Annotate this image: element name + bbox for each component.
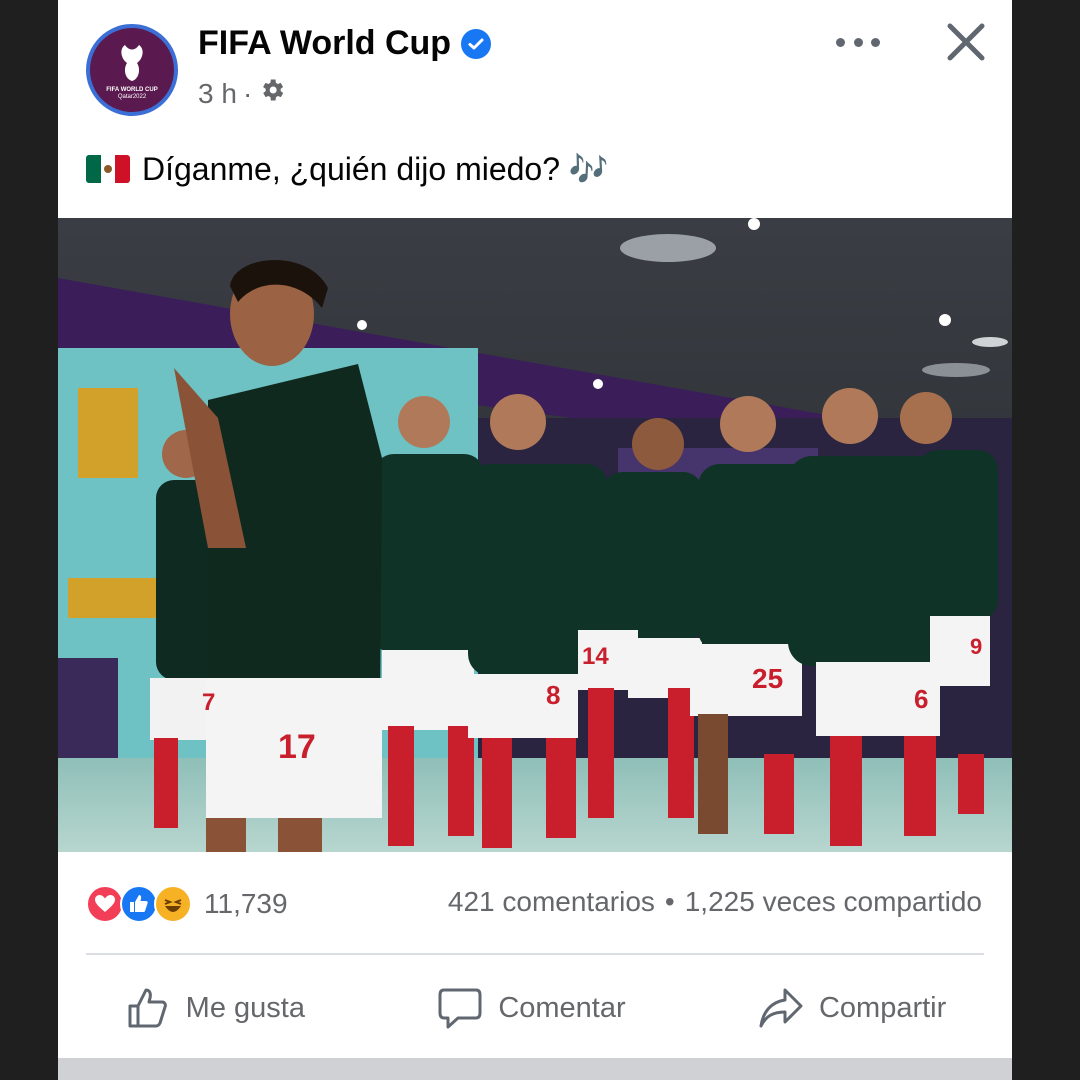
mexico-flag-icon xyxy=(86,155,130,183)
gear-icon[interactable] xyxy=(258,76,286,111)
ceiling-vent xyxy=(620,234,716,262)
more-dot xyxy=(853,37,863,47)
more-dot xyxy=(871,37,880,47)
love-icon xyxy=(86,885,124,923)
close-icon xyxy=(947,23,985,61)
like-icon xyxy=(120,885,158,923)
verified-badge-icon xyxy=(461,28,492,59)
jersey-number: 8 xyxy=(546,680,560,710)
jersey-number: 17 xyxy=(278,728,316,766)
share-button[interactable]: Compartir xyxy=(739,976,964,1040)
close-button[interactable] xyxy=(944,20,988,64)
divider xyxy=(86,953,984,955)
team-photo: 17 7 8 14 25 6 9 xyxy=(58,218,1012,852)
avatar-text-2: Qatar2022 xyxy=(118,94,147,100)
more-options-button[interactable] xyxy=(836,28,880,56)
world-cup-logo: FIFA WORLD CUP Qatar2022 xyxy=(106,45,158,100)
shares-count[interactable]: 1,225 veces compartido xyxy=(685,886,982,918)
left-frame xyxy=(0,0,58,1080)
jersey-number: 14 xyxy=(582,643,609,670)
reactions-summary[interactable]: 11,739 xyxy=(86,884,288,924)
post-caption: Díganme, ¿quién dijo miedo? 🎶 xyxy=(86,150,609,188)
jersey-number: 6 xyxy=(914,684,928,714)
jersey-number: 7 xyxy=(202,689,215,716)
thumbs-up-icon xyxy=(128,988,167,1028)
post-card: FIFA WORLD CUP Qatar2022 FIFA World Cup … xyxy=(58,0,1012,1080)
jersey-number: 25 xyxy=(752,663,783,694)
comment-icon xyxy=(438,988,482,1029)
comments-count[interactable]: 421 comentarios xyxy=(448,886,655,918)
jersey-number: 9 xyxy=(970,634,982,659)
comment-label: Comentar xyxy=(498,991,626,1024)
haha-icon xyxy=(154,885,192,923)
post-photo[interactable]: 17 7 8 14 25 6 9 xyxy=(58,218,1012,852)
avatar-text-1: FIFA WORLD CUP xyxy=(106,87,157,93)
post-stats: 421 comentarios • 1,225 veces compartido xyxy=(448,886,982,918)
more-dot xyxy=(836,37,845,47)
reactions-count[interactable]: 11,739 xyxy=(204,888,288,920)
meta-dot: · xyxy=(242,77,253,109)
bottom-bar xyxy=(58,1058,1012,1080)
page-avatar[interactable]: FIFA WORLD CUP Qatar2022 xyxy=(86,24,178,116)
post-actions: Me gusta Comentar Compartir xyxy=(58,960,1012,1056)
share-label: Compartir xyxy=(818,991,947,1024)
stats-separator: • xyxy=(664,886,675,917)
share-icon xyxy=(759,988,803,1028)
like-label: Me gusta xyxy=(185,991,305,1024)
comment-button[interactable]: Comentar xyxy=(418,976,643,1040)
post-meta: 3 h · xyxy=(198,76,286,111)
caption-text: Díganme, ¿quién dijo miedo? 🎶 xyxy=(142,151,609,187)
like-button[interactable]: Me gusta xyxy=(106,976,323,1040)
page-name-text[interactable]: FIFA World Cup xyxy=(198,24,451,63)
right-frame xyxy=(1012,0,1080,1080)
page-name[interactable]: FIFA World Cup xyxy=(198,24,492,63)
post-time[interactable]: 3 h xyxy=(198,78,237,110)
